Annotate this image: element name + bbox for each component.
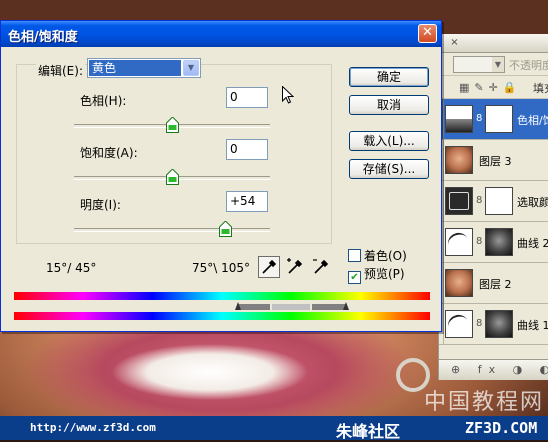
lock-row: ▦✎✛🔒 填充 [439, 76, 548, 99]
range-left-readout: 15°/ 45° [46, 261, 97, 275]
link-icon: 8 [476, 195, 483, 206]
opacity-label: 不透明度 [509, 59, 548, 72]
layer-row[interactable]: 图层 3 [439, 140, 548, 181]
saturation-label: 饱和度(A): [80, 146, 138, 160]
add-eyedropper-tool[interactable] [284, 256, 306, 278]
cancel-button[interactable]: 取消 [349, 95, 429, 115]
chevron-down-icon[interactable]: ▼ [183, 60, 199, 76]
save-button[interactable]: 存储(S)... [349, 159, 429, 179]
range-handle-left[interactable] [235, 302, 241, 310]
footer-site: ZF3D.COM [465, 419, 538, 437]
layer-name: 选取颜色 [517, 196, 548, 209]
blend-mode-select[interactable]: ▼ [453, 56, 505, 73]
preview-checkbox[interactable]: ✔ 预览(P) [348, 265, 405, 284]
dialog-title: 色相/饱和度 [8, 30, 78, 45]
mask-thumbnail [485, 187, 513, 215]
mask-thumbnail [485, 310, 513, 338]
layer-row[interactable]: 8 曲线 2 [439, 222, 548, 263]
eyedropper-icon [262, 259, 277, 274]
layer-row[interactable]: 8 选取颜色 [439, 181, 548, 222]
layer-thumbnail [445, 146, 473, 174]
edit-select[interactable]: 黄色 ▼ [87, 58, 201, 78]
edit-select-value: 黄色 [89, 60, 181, 76]
input-color-bar [14, 292, 430, 300]
eyedropper-minus-icon [313, 259, 329, 274]
layer-row[interactable]: 图层 2 [439, 263, 548, 304]
output-color-bar [14, 312, 430, 320]
blend-row: ▼ 不透明度 [439, 53, 548, 76]
layers-tabbar: × [439, 34, 548, 53]
link-icon: 8 [476, 318, 483, 329]
falloff-left [238, 304, 270, 310]
lightness-input[interactable]: +54 [226, 191, 268, 212]
layer-name: 色相/饱和度 [517, 114, 548, 127]
edit-label: 编辑(E): [36, 62, 85, 79]
range-core [272, 304, 310, 310]
lightness-label: 明度(I): [80, 198, 121, 212]
saturation-input[interactable]: 0 [226, 139, 268, 160]
curves-thumbnail [445, 310, 473, 338]
lock-icons[interactable]: ▦✎✛🔒 [459, 81, 522, 94]
lightness-slider-track[interactable] [74, 228, 270, 232]
chevron-down-icon: ▼ [492, 57, 504, 72]
footer-logo: 朱峰社区 [336, 422, 401, 441]
range-handle-right[interactable] [343, 302, 349, 310]
mask-thumbnail [485, 228, 513, 256]
colorize-checkbox-box[interactable] [348, 249, 361, 262]
adjustment-layer-thumbnail [445, 105, 473, 133]
colorize-checkbox[interactable]: 着色(O) [348, 247, 407, 264]
hue-slider-thumb[interactable] [166, 117, 179, 133]
eyedropper-plus-icon [287, 258, 303, 274]
hue-label: 色相(H): [80, 94, 127, 108]
layer-actions-icons[interactable]: ⊕ fx ◑ ◐ ▢ ◻ 🗑 [451, 363, 548, 376]
load-button[interactable]: 载入(L)... [349, 131, 429, 151]
fill-label: 填充 [533, 82, 548, 95]
curves-thumbnail [445, 228, 473, 256]
layer-name: 曲线 1 [517, 319, 548, 332]
layer-name: 曲线 2 [517, 237, 548, 250]
mouse-cursor-icon [282, 86, 294, 104]
range-selector[interactable] [235, 302, 349, 312]
adjustment-layer-thumbnail [445, 187, 473, 215]
dialog-titlebar[interactable]: 色相/饱和度 ✕ [1, 21, 441, 47]
layer-name: 图层 3 [479, 155, 512, 168]
layer-name: 图层 2 [479, 278, 512, 291]
preview-label: 预览(P) [364, 267, 405, 281]
falloff-right [312, 304, 346, 310]
lightness-slider-thumb[interactable] [218, 221, 232, 237]
ok-button[interactable]: 确定 [349, 67, 429, 87]
watermark-text: 中国教程网 [424, 390, 545, 415]
layers-panel: × ▼ 不透明度 ▦✎✛🔒 填充 8 色相/饱和度 图层 3 8 选取颜色 8 … [438, 34, 548, 380]
eyedropper-tool[interactable] [258, 256, 280, 278]
hue-input[interactable]: 0 [226, 87, 268, 108]
colorize-label: 着色(O) [364, 249, 407, 263]
link-icon: 8 [476, 113, 483, 124]
footer-bar: http://www.zf3d.com 朱峰社区 ZF3D.COM [0, 416, 548, 441]
layer-row[interactable]: 8 曲线 1 [439, 304, 548, 345]
footer-url: http://www.zf3d.com [30, 421, 156, 434]
close-button[interactable]: ✕ [418, 24, 437, 43]
layer-thumbnail [445, 269, 473, 297]
layers-bottom-bar: ⊕ fx ◑ ◐ ▢ ◻ 🗑 [439, 359, 548, 380]
link-icon: 8 [476, 236, 483, 247]
preview-checkbox-box[interactable]: ✔ [348, 271, 361, 284]
close-tab-icon[interactable]: × [449, 37, 460, 48]
mask-thumbnail [485, 105, 513, 133]
subtract-eyedropper-tool[interactable] [310, 256, 332, 278]
layer-row[interactable]: 8 色相/饱和度 [439, 99, 548, 140]
saturation-slider-thumb[interactable] [166, 169, 179, 185]
range-right-readout: 75°\ 105° [192, 261, 251, 275]
